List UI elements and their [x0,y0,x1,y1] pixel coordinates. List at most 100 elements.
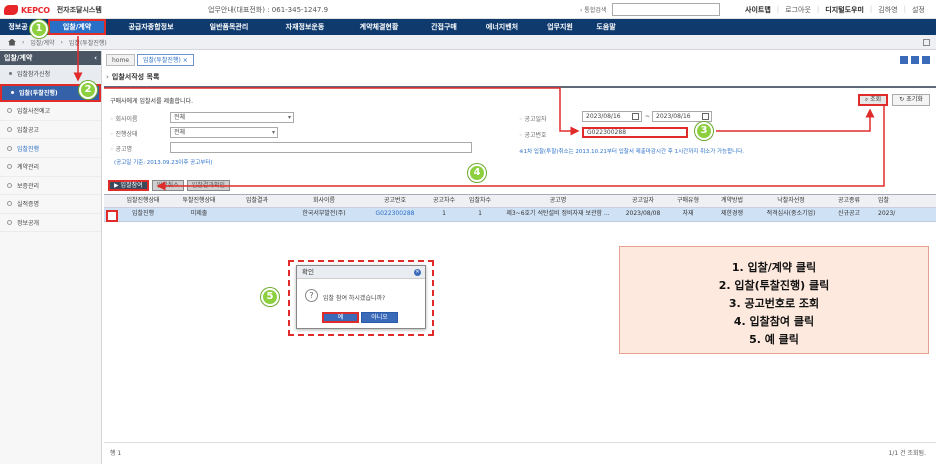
nav-item-support[interactable]: 업무지원 [538,19,582,35]
column-header[interactable]: 계약방법 [708,195,756,207]
nav-item-general[interactable]: 일반품목관리 [196,19,262,35]
column-header[interactable]: 공고종류 [826,195,872,207]
status-select[interactable]: 전체 [170,127,278,138]
sidebar-item-performance[interactable]: 실적증명 [0,195,101,214]
sidebar-item-bid-ongoing[interactable]: 입찰진행 [0,139,101,158]
step-text: 1. 입찰/계약 클릭 [731,261,817,274]
kepco-logo-icon [4,5,18,15]
sidebar-item-contract-mgmt[interactable]: 계약관리 [0,158,101,177]
arrow-icon: ▶ [114,182,119,189]
logout-link[interactable]: 로그아웃 [785,5,811,15]
column-header[interactable]: 입찰결과 [230,195,284,207]
sidebar-item-pre-notice[interactable]: 입찰사전예고 [0,102,101,121]
column-header[interactable]: 투찰진행상태 [168,195,230,207]
search-input[interactable] [612,3,721,16]
column-header[interactable]: 입찰차수 [462,195,498,207]
settings-link[interactable]: 설정 [912,5,925,15]
sidebar: 입찰/계약 ‹ 입찰참가신청 입찰(투찰진행) 입찰사전예고 입찰공고 입찰진행… [0,51,102,464]
bid-result-button[interactable]: 입찰결과확인 [186,180,230,191]
calendar-icon[interactable] [702,113,709,120]
notice-no-input[interactable]: G022300288 [582,127,688,138]
step-text: 3. 공고번호로 조회 [728,297,820,310]
column-header[interactable]: 구매유형 [668,195,708,207]
sidebar-item-bid-notice[interactable]: 입찰공고 [0,121,101,140]
no-button[interactable]: 아니오 [361,312,398,323]
helpline-text: 업무안내(대표전화) : 061-345-1247.9 [208,6,329,14]
row-cell: 1 [442,210,446,217]
close-icon[interactable]: × [183,57,188,64]
sidebar-item-label: 정보공개 [17,220,40,228]
table-row[interactable]: 입찰진행 미제출 한국서부발전(주) G022300288 1 1 제3~6호기… [104,208,936,222]
user-name[interactable]: 김하영 [878,5,897,15]
nav-item-bid-contract[interactable]: 입찰/계약 [48,19,106,35]
column-header[interactable]: 공고일자 [618,195,668,207]
question-icon: ? [305,289,318,302]
nav-item-supplier[interactable]: 공급자종합정보 [116,19,186,35]
breadcrumb-item[interactable]: 입찰/계약 [30,38,54,47]
tab-bid-progress[interactable]: 입찰(투찰진행) × [137,54,194,66]
sidebar-item-label: 입찰참가신청 [17,71,51,79]
nav-item-contract-status[interactable]: 계약체결현황 [346,19,412,35]
step-badge-3: 3 [695,122,713,140]
home-icon[interactable] [8,38,16,46]
column-header[interactable]: 낙찰자선정 [756,195,826,207]
notice-no-label: 공고번호 [519,130,546,139]
row-checkbox[interactable] [106,210,118,222]
row-cell: 한국서부발전(주) [302,210,346,217]
company-label: 회사이름 [110,114,137,123]
window-icon[interactable] [923,39,930,46]
breadcrumb-sep: › [22,38,25,46]
nav-item-help[interactable]: 도움말 [588,19,624,35]
row-cell: 제3~6호기 석탄설비 정비자재 보관함 ... [506,210,610,217]
search-button[interactable]: ⌕ 조회 [858,94,888,106]
company-select[interactable]: 전체 [170,112,294,123]
form-description: 구매사에게 입찰서를 제출합니다. [110,98,194,105]
bid-cancel-button[interactable]: 입찰취소 [151,180,184,191]
column-header[interactable]: 회사이름 [284,195,364,207]
date-from-input[interactable]: 2023/08/16 [582,111,642,122]
circle-icon [7,145,12,151]
reset-button[interactable]: ↻ 초기화 [892,94,930,106]
breadcrumb-sep: › [60,38,63,46]
close-icon[interactable]: ✕ [414,269,421,276]
sidebar-item-label: 입찰(투찰진행) [19,90,58,98]
date-from-value: 2023/08/16 [586,113,621,120]
nav-item-material[interactable]: 자재정보운동 [272,19,338,35]
sidebar-item-disclosure[interactable]: 정보공개 [0,214,101,233]
column-header[interactable]: 입찰진행상태 [118,195,168,207]
help-icon[interactable] [922,56,930,64]
dialog-title: 확인 ✕ [297,266,425,279]
button-label: 입찰취소 [156,182,179,189]
notice-name-input[interactable] [170,142,472,153]
action-bar: ▶ 입찰참여 입찰취소 입찰결과확인 [108,180,230,191]
column-header[interactable]: 입찰 [872,195,910,207]
date-to-value: 2023/08/16 [656,113,691,120]
yes-button[interactable]: 예 [322,312,359,323]
logo[interactable]: KEPCO 전자조달시스템 [4,4,102,16]
tab-home[interactable]: home [106,54,136,66]
date-to-input[interactable]: 2023/08/16 [652,111,712,122]
divider: | [816,5,820,13]
row-cell: 2023/ [878,210,896,217]
step-text: 5. 예 클릭 [749,333,799,346]
digital-helper-link[interactable]: 디지털도우미 [825,5,864,15]
step-badge-5: 5 [261,288,279,306]
step-badge-2: 2 [79,81,97,99]
nav-item-energy[interactable]: 에너지벤처 [474,19,530,35]
bid-participate-button[interactable]: ▶ 입찰참여 [108,180,149,191]
circle-icon [7,201,12,207]
column-header[interactable]: 공고차수 [426,195,462,207]
column-header[interactable]: 공고명 [498,195,618,207]
calendar-icon[interactable] [632,113,639,120]
collapse-icon[interactable]: ‹ [94,54,97,62]
section-title: 입찰서작성 목록 [106,72,160,82]
column-header[interactable]: 공고번호 [364,195,426,207]
sitemap-link[interactable]: 사이트맵 [745,5,771,15]
notice-number-link[interactable]: G022300288 [364,208,426,221]
sidebar-item-guarantee[interactable]: 보증관리 [0,177,101,196]
nav-item-indirect[interactable]: 간접구매 [422,19,466,35]
print-icon[interactable] [900,56,908,64]
excel-icon[interactable] [911,56,919,64]
result-count: 1/1 건 조회됨. [888,450,926,457]
step-badge-4: 4 [468,164,486,182]
